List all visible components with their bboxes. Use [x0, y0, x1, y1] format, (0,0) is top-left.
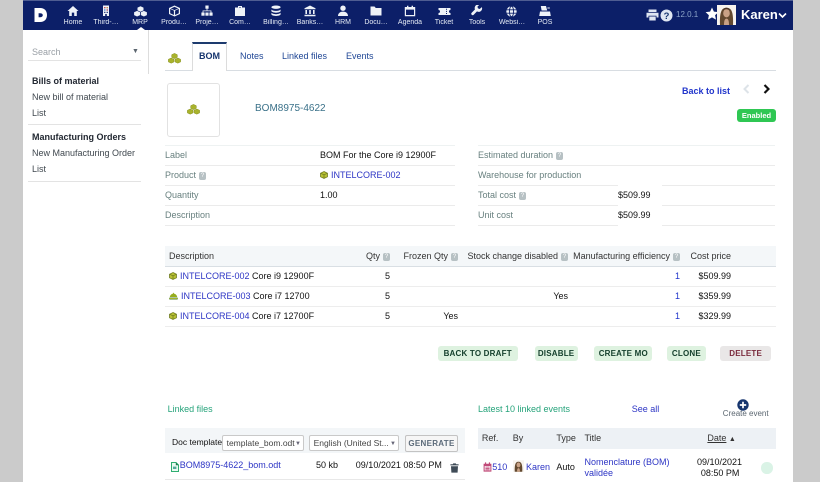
svg-text:?: ?	[663, 10, 669, 21]
